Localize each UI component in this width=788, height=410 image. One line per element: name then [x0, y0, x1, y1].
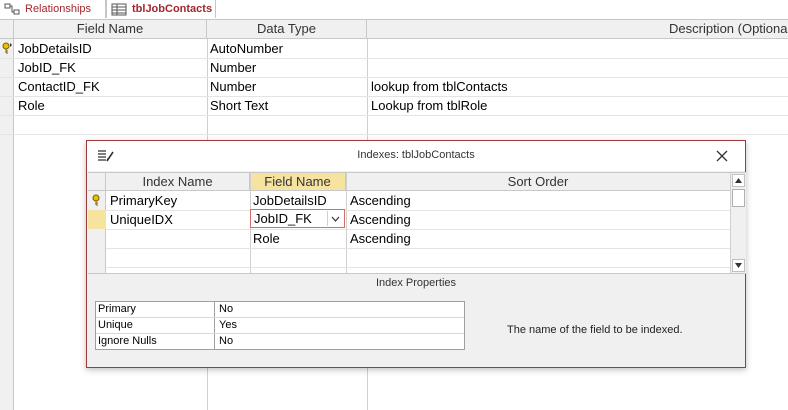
- property-label: Ignore Nulls: [98, 335, 157, 347]
- column-header-description[interactable]: Description (Optional): [367, 20, 788, 39]
- row-divider: [106, 248, 738, 249]
- index-properties-title: Index Properties: [375, 277, 457, 289]
- indexes-dialog: Indexes: tblJobContacts Index Name Field…: [86, 140, 746, 368]
- chevron-down-icon[interactable]: [327, 211, 343, 226]
- column-header-index-name[interactable]: Index Name: [106, 173, 250, 191]
- property-value[interactable]: No: [214, 334, 233, 349]
- scrollbar-thumb[interactable]: [732, 189, 745, 207]
- data-type-cell[interactable]: Number: [210, 58, 256, 77]
- field-help-text: The name of the field to be indexed.: [507, 324, 683, 336]
- table-icon: [111, 3, 127, 16]
- relationships-icon: [4, 3, 20, 16]
- scroll-down-icon[interactable]: [732, 259, 745, 272]
- close-icon[interactable]: [713, 147, 731, 165]
- row-divider: [106, 267, 738, 268]
- row-divider: [0, 115, 788, 116]
- vertical-scrollbar[interactable]: [730, 173, 746, 273]
- row-divider: [106, 210, 738, 211]
- index-field-cell[interactable]: JobDetailsID: [253, 191, 327, 210]
- row-selector-column[interactable]: [0, 39, 14, 410]
- index-name-cell[interactable]: UniqueIDX: [110, 210, 173, 229]
- row-divider: [106, 229, 738, 230]
- sort-order-cell[interactable]: Ascending: [350, 210, 411, 229]
- index-field-cell[interactable]: Role: [253, 229, 280, 248]
- tab-relationships[interactable]: Relationships: [0, 0, 106, 18]
- property-value[interactable]: Yes: [214, 318, 237, 333]
- column-header-sort-order[interactable]: Sort Order: [346, 173, 730, 191]
- field-name-cell[interactable]: Role: [18, 96, 45, 115]
- description-cell[interactable]: Lookup from tblRole: [371, 96, 487, 115]
- primary-key-icon: [91, 194, 103, 206]
- property-label: Unique: [98, 319, 133, 331]
- row-divider: [0, 58, 788, 59]
- scroll-up-icon[interactable]: [732, 174, 745, 187]
- column-header-field-name[interactable]: Field Name: [250, 173, 346, 191]
- data-type-cell[interactable]: Number: [210, 77, 256, 96]
- column-divider: [346, 173, 347, 273]
- tab-label: tblJobContacts: [132, 3, 213, 15]
- index-properties-table: Primary No Unique Yes Ignore Nulls No: [95, 301, 465, 350]
- field-name-combobox[interactable]: JobID_FK: [250, 209, 345, 228]
- data-type-cell[interactable]: AutoNumber: [210, 39, 283, 58]
- dialog-title: Indexes: tblJobContacts: [357, 149, 475, 161]
- property-row-primary[interactable]: Primary No: [96, 302, 464, 318]
- sort-order-cell[interactable]: Ascending: [350, 191, 411, 210]
- column-header-data-type[interactable]: Data Type: [207, 20, 367, 39]
- column-header-field-name[interactable]: Field Name: [14, 20, 207, 39]
- row-selector-header[interactable]: [88, 173, 106, 191]
- sort-order-cell[interactable]: Ascending: [350, 229, 411, 248]
- field-name-cell[interactable]: JobDetailsID: [18, 39, 92, 58]
- property-row-unique[interactable]: Unique Yes: [96, 318, 464, 334]
- property-label: Primary: [98, 303, 136, 315]
- data-type-cell[interactable]: Short Text: [210, 96, 268, 115]
- document-tab-strip: Relationships tblJobContacts: [0, 0, 788, 20]
- field-name-cell[interactable]: ContactID_FK: [18, 77, 100, 96]
- indexes-grid: Index Name Field Name Sort Order Primary…: [88, 172, 746, 274]
- tab-label: Relationships: [25, 3, 92, 15]
- combobox-value: JobID_FK: [254, 211, 312, 226]
- row-selector-header[interactable]: [0, 20, 14, 39]
- index-name-cell[interactable]: PrimaryKey: [110, 191, 177, 210]
- tab-tbljobcontacts[interactable]: tblJobContacts: [106, 0, 216, 18]
- property-value[interactable]: No: [214, 302, 233, 317]
- row-divider: [0, 134, 788, 135]
- description-cell[interactable]: lookup from tblContacts: [371, 77, 508, 96]
- dialog-title-bar[interactable]: Indexes: tblJobContacts: [87, 141, 745, 171]
- current-row-selector[interactable]: [88, 210, 106, 229]
- property-row-ignore-nulls[interactable]: Ignore Nulls No: [96, 334, 464, 349]
- primary-key-icon: [1, 42, 13, 54]
- field-name-cell[interactable]: JobID_FK: [18, 58, 76, 77]
